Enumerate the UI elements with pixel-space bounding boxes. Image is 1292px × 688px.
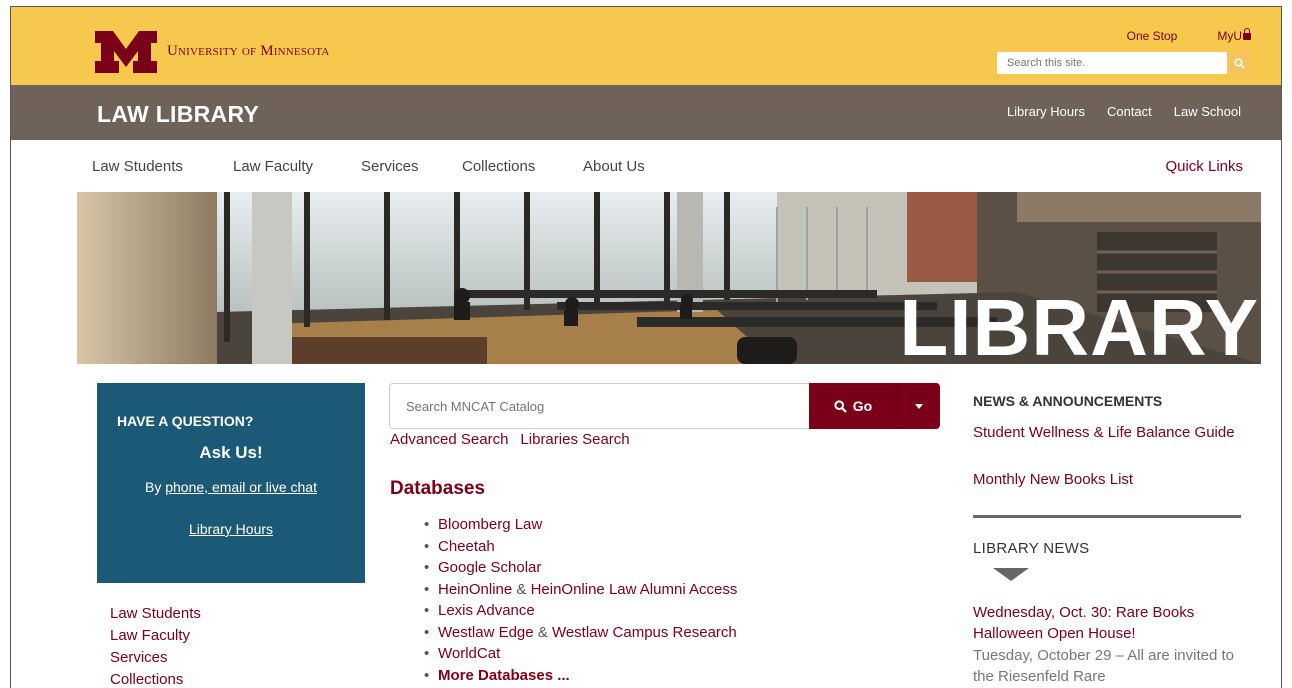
one-stop-link[interactable]: One Stop <box>1127 29 1178 43</box>
database-item[interactable]: Google Scholar <box>424 557 737 579</box>
database-link-westlaw-edge[interactable]: Westlaw Edge <box>438 624 534 641</box>
news-heading: NEWS & ANNOUNCEMENTS <box>973 393 1163 409</box>
site-search-button[interactable] <box>1227 52 1251 74</box>
advanced-search-link[interactable]: Advanced Search <box>390 431 508 448</box>
database-item[interactable]: Lexis Advance <box>424 600 737 622</box>
database-link-cheetah[interactable]: Cheetah <box>438 538 495 555</box>
myu-link-label: MyU <box>1217 29 1242 43</box>
database-link-lexis[interactable]: Lexis Advance <box>438 602 535 619</box>
database-link-worldcat[interactable]: WorldCat <box>438 645 500 662</box>
database-item[interactable]: WorldCat <box>424 643 737 665</box>
left-link-collections[interactable]: Collections <box>110 669 201 688</box>
go-label: Go <box>852 398 873 414</box>
quick-links[interactable]: Quick Links <box>1165 158 1243 175</box>
database-link-heinonline[interactable]: HeinOnline <box>438 581 512 598</box>
contact-methods-link[interactable]: phone, email or live chat <box>165 479 317 495</box>
law-school-link[interactable]: Law School <box>1174 104 1241 119</box>
ask-heading: HAVE A QUESTION? <box>117 413 254 429</box>
left-link-services[interactable]: Services <box>110 647 201 669</box>
database-item[interactable]: Cheetah <box>424 536 737 558</box>
ask-us-title: Ask Us! <box>199 443 263 462</box>
libraries-search-link[interactable]: Libraries Search <box>520 431 629 448</box>
hero-overlay-text: LIBRARY <box>899 283 1259 365</box>
news-link-wellness[interactable]: Student Wellness & Life Balance Guide <box>973 423 1243 443</box>
search-icon <box>1233 57 1245 69</box>
database-item[interactable]: More Databases ... <box>424 665 737 687</box>
university-name[interactable]: University of Minnesota <box>167 43 330 60</box>
university-m-logo-icon[interactable] <box>95 31 157 73</box>
nav-item-collections[interactable]: Collections <box>462 158 535 175</box>
site-header: LAW LIBRARY Library Hours Contact Law Scho… <box>11 85 1281 140</box>
catalog-search-input[interactable] <box>389 383 809 429</box>
search-links: Advanced Search Libraries Search <box>390 431 642 448</box>
library-hours-link[interactable]: Library Hours <box>1007 104 1085 119</box>
search-options-dropdown[interactable] <box>897 383 940 429</box>
triangle-down-icon <box>993 568 1029 581</box>
catalog-go-button[interactable]: Go <box>809 383 897 429</box>
hero-banner: LIBRARY <box>77 192 1261 364</box>
left-links: Law Students Law Faculty Services Collec… <box>110 603 201 688</box>
ampersand: & <box>512 580 531 598</box>
database-link-westlaw-campus[interactable]: Westlaw Campus Research <box>552 624 737 641</box>
page-frame: University of Minnesota One Stop MyU LAW … <box>10 6 1282 688</box>
nav-item-law-students[interactable]: Law Students <box>92 158 183 175</box>
catalog-search: Go <box>389 383 940 429</box>
library-news-heading: LIBRARY NEWS <box>973 540 1090 557</box>
ampersand: & <box>533 623 552 641</box>
utility-links: Library Hours Contact Law School <box>985 104 1241 119</box>
database-item: HeinOnline & HeinOnline Law Alumni Acces… <box>424 579 738 601</box>
ask-contact-line: By phone, email or live chat <box>97 479 365 495</box>
site-search <box>997 52 1251 74</box>
database-link-google-scholar[interactable]: Google Scholar <box>438 559 541 576</box>
news-link-new-books[interactable]: Monthly New Books List <box>973 471 1133 488</box>
contact-link[interactable]: Contact <box>1107 104 1152 119</box>
myu-link[interactable]: MyU <box>1197 28 1251 43</box>
database-item[interactable]: Bloomberg Law <box>424 514 737 536</box>
ask-library-hours-link[interactable]: Library Hours <box>97 521 365 537</box>
event-title-link[interactable]: Wednesday, Oct. 30: Rare Books Halloween… <box>973 602 1248 644</box>
ask-us-box: HAVE A QUESTION? Ask Us! By phone, email… <box>97 383 365 583</box>
lock-icon <box>1243 28 1251 40</box>
site-search-input[interactable] <box>997 52 1227 74</box>
caret-down-icon <box>915 403 923 409</box>
event-description: Tuesday, October 29 – All are invited to… <box>973 647 1234 685</box>
section-divider <box>973 515 1241 518</box>
databases-heading: Databases <box>390 478 486 499</box>
left-link-law-faculty[interactable]: Law Faculty <box>110 625 201 647</box>
database-item: Westlaw Edge & Westlaw Campus Research <box>424 622 737 644</box>
university-header: University of Minnesota One Stop MyU <box>11 7 1281 85</box>
left-link-law-students[interactable]: Law Students <box>110 603 201 625</box>
university-name-text: University of Minnesota <box>167 43 330 59</box>
database-link-bloomberg[interactable]: Bloomberg Law <box>438 516 542 533</box>
top-links: One Stop MyU <box>1107 28 1251 43</box>
main-nav: Law Students Law Faculty Services Collec… <box>11 140 1281 192</box>
nav-item-about-us[interactable]: About Us <box>583 158 645 175</box>
database-link-heinonline-alumni[interactable]: HeinOnline Law Alumni Access <box>531 581 738 598</box>
nav-item-services[interactable]: Services <box>361 158 419 175</box>
nav-item-law-faculty[interactable]: Law Faculty <box>233 158 313 175</box>
more-databases-link[interactable]: More Databases ... <box>438 667 570 684</box>
databases-list: Bloomberg Law Cheetah Google Scholar Hei… <box>424 514 738 687</box>
ask-by-prefix: By <box>145 479 166 495</box>
search-icon <box>834 399 847 413</box>
site-title[interactable]: LAW LIBRARY <box>97 101 259 128</box>
